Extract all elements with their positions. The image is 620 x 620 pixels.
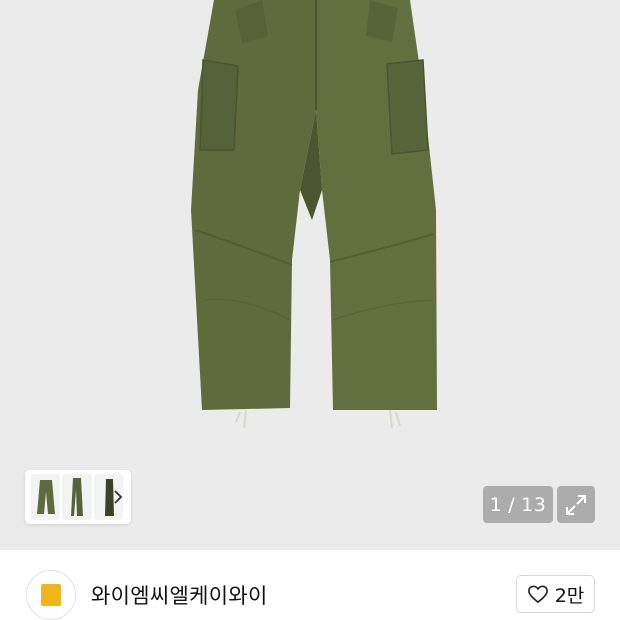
seller-bar: 와이엠씨엘케이와이 2만 — [0, 550, 620, 620]
seller-name[interactable]: 와이엠씨엘케이와이 — [91, 580, 268, 610]
like-button[interactable]: 2만 — [516, 575, 595, 613]
product-image-gallery[interactable]: 1 / 13 — [0, 0, 620, 550]
image-counter-total: 13 — [521, 493, 547, 516]
image-counter-current: 1 — [489, 493, 503, 516]
thumbnail-strip — [25, 470, 131, 524]
heart-outline-icon — [527, 585, 548, 604]
product-image-cargo-pants — [191, 0, 437, 429]
seller-avatar[interactable] — [26, 570, 76, 620]
image-counter: 1 / 13 — [483, 486, 553, 523]
image-counter-separator: / — [508, 493, 516, 516]
expand-arrows-icon — [566, 494, 586, 515]
thumbnail-1[interactable] — [31, 474, 61, 520]
thumbnail-2[interactable] — [62, 474, 92, 520]
chevron-right-icon[interactable] — [111, 487, 125, 507]
expand-image-button[interactable] — [557, 486, 595, 523]
like-count: 2만 — [554, 584, 585, 607]
seller-logo-badge — [41, 584, 61, 606]
